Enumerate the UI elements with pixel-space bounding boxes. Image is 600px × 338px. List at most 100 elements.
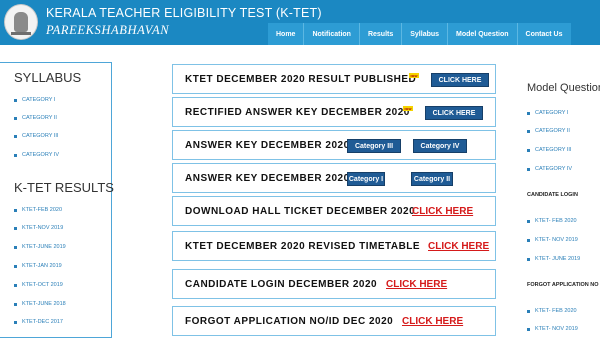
candidate-login-click-here-link[interactable]: CLICK HERE	[386, 279, 447, 290]
row-label: ANSWER KEY DECEMBER 2020	[185, 140, 350, 151]
syllabus-link-category-1[interactable]: CATEGORY I	[14, 97, 55, 103]
bullet-icon	[14, 134, 17, 138]
bullet-icon	[14, 264, 17, 268]
candidate-login-link-label: KTET- JUNE 2019	[535, 256, 581, 262]
results-link-oct-2019[interactable]: KTET-OCT 2019	[14, 282, 63, 288]
row-label: KTET DECEMBER 2020 REVISED TIMETABLE	[185, 241, 421, 252]
bullet-icon	[14, 153, 17, 157]
model-link-label: CATEGORY I	[535, 110, 569, 116]
syllabus-link-label: CATEGORY I	[22, 97, 56, 103]
results-link-label: KTET-DEC 2017	[22, 319, 63, 325]
bullet-icon	[527, 257, 530, 261]
syllabus-link-label: CATEGORY IV	[22, 152, 59, 158]
bullet-icon	[527, 129, 530, 133]
model-link-label: CATEGORY II	[535, 128, 570, 134]
bullet-icon	[14, 302, 17, 306]
category-1-button[interactable]: Category I	[347, 172, 385, 186]
syllabus-link-category-3[interactable]: CATEGORY III	[14, 133, 58, 139]
results-link-june-2019[interactable]: KTET-JUNE 2019	[14, 244, 66, 250]
left-sidebar: SYLLABUS CATEGORY I CATEGORY II CATEGORY…	[0, 62, 114, 338]
nav-notification[interactable]: Notification	[303, 23, 359, 45]
row-label: RECTIFIED ANSWER KEY DECEMBER 2020	[185, 107, 410, 118]
hall-ticket-click-here-link[interactable]: CLICK HERE	[412, 206, 473, 217]
site-subtitle: PAREEKSHABHAVAN	[46, 23, 170, 37]
model-link-label: CATEGORY IV	[535, 166, 572, 172]
candidate-login-row: CANDIDATE LOGIN DECEMBER 2020 CLICK HERE	[172, 269, 496, 299]
results-link-label: KTET-NOV 2019	[22, 225, 64, 231]
row-label: CANDIDATE LOGIN DECEMBER 2020	[185, 279, 378, 290]
syllabus-link-label: CATEGORY III	[22, 133, 59, 139]
results-link-label: KTET-JAN 2019	[22, 263, 62, 269]
nav-syllabus[interactable]: Syllabus	[401, 23, 448, 45]
answer-key-row-1: ANSWER KEY DECEMBER 2020 Category III Ca…	[172, 130, 496, 160]
model-link-category-4[interactable]: CATEGORY IV	[527, 166, 572, 172]
new-badge-icon: NEW	[409, 73, 419, 78]
answer-key-row-2: ANSWER KEY DECEMBER 2020 Category I Cate…	[172, 163, 496, 193]
syllabus-link-category-4[interactable]: CATEGORY IV	[14, 152, 59, 158]
forgot-link-feb-2020[interactable]: KTET- FEB 2020	[527, 308, 577, 314]
hall-ticket-row: DOWNLOAD HALL TICKET DECEMBER 2020 CLICK…	[172, 196, 496, 226]
bullet-icon	[14, 320, 17, 324]
bullet-icon	[527, 167, 530, 171]
forgot-link-label: KTET- FEB 2020	[535, 308, 577, 314]
results-link-label: KTET-OCT 2019	[22, 282, 63, 288]
kerala-emblem-icon[interactable]	[4, 4, 38, 40]
result-published-row: KTET DECEMBER 2020 RESULT PUBLISHED NEW …	[172, 64, 496, 94]
results-link-dec-2017[interactable]: KTET-DEC 2017	[14, 319, 63, 325]
model-question-heading: Model Question	[527, 82, 600, 94]
rectified-click-here-button[interactable]: CLICK HERE	[425, 106, 483, 120]
nav-model-question[interactable]: Model Question	[447, 23, 517, 45]
timetable-click-here-link[interactable]: CLICK HERE	[428, 241, 489, 252]
syllabus-link-label: CATEGORY II	[22, 115, 57, 121]
ktet-results-heading: K-TET RESULTS	[14, 180, 114, 195]
candidate-login-link-label: KTET- FEB 2020	[535, 218, 577, 224]
category-4-button[interactable]: Category IV	[413, 139, 467, 153]
bullet-icon	[527, 309, 530, 313]
candidate-login-link-nov-2019[interactable]: KTET- NOV 2019	[527, 237, 578, 243]
bullet-icon	[527, 219, 530, 223]
revised-timetable-row: KTET DECEMBER 2020 REVISED TIMETABLE CLI…	[172, 231, 496, 261]
nav-contact-us[interactable]: Contact Us	[516, 23, 571, 45]
candidate-login-link-feb-2020[interactable]: KTET- FEB 2020	[527, 218, 577, 224]
row-label: DOWNLOAD HALL TICKET DECEMBER 2020	[185, 206, 416, 217]
forgot-application-row: FORGOT APPLICATION NO/ID DEC 2020 CLICK …	[172, 306, 496, 336]
rectified-answer-key-row: RECTIFIED ANSWER KEY DECEMBER 2020 NEW C…	[172, 97, 496, 127]
row-label: KTET DECEMBER 2020 RESULT PUBLISHED	[185, 74, 417, 85]
row-label: FORGOT APPLICATION NO/ID DEC 2020	[185, 316, 394, 327]
forgot-link-nov-2019[interactable]: KTET- NOV 2019	[527, 326, 578, 332]
results-link-nov-2019[interactable]: KTET-NOV 2019	[14, 225, 63, 231]
site-header: KERALA TEACHER ELIGIBILITY TEST (K-TET) …	[0, 0, 600, 45]
model-link-category-2[interactable]: CATEGORY II	[527, 128, 570, 134]
forgot-application-heading: FORGOT APPLICATION NO	[527, 282, 599, 288]
bullet-icon	[527, 148, 530, 152]
bullet-icon	[527, 111, 530, 115]
category-2-button[interactable]: Category II	[411, 172, 453, 186]
results-link-june-2018[interactable]: KTET-JUNE 2018	[14, 301, 66, 307]
bullet-icon	[14, 283, 17, 287]
bullet-icon	[527, 327, 530, 331]
results-link-label: KTET-JUNE 2019	[22, 244, 66, 250]
category-3-button[interactable]: Category III	[347, 139, 401, 153]
bullet-icon	[14, 226, 17, 230]
nav-results[interactable]: Results	[358, 23, 402, 45]
nav-home[interactable]: Home	[268, 23, 304, 45]
syllabus-link-category-2[interactable]: CATEGORY II	[14, 115, 57, 121]
candidate-login-link-label: KTET- NOV 2019	[535, 237, 578, 243]
bullet-icon	[14, 245, 17, 249]
top-nav: Home Notification Results Syllabus Model…	[268, 23, 571, 45]
results-link-label: KTET-JUNE 2018	[22, 301, 66, 307]
results-link-feb-2020[interactable]: KTET-FEB 2020	[14, 207, 62, 213]
row-label: ANSWER KEY DECEMBER 2020	[185, 173, 350, 184]
results-link-jan-2019[interactable]: KTET-JAN 2019	[14, 263, 62, 269]
site-title: KERALA TEACHER ELIGIBILITY TEST (K-TET)	[46, 6, 322, 20]
candidate-login-heading: CANDIDATE LOGIN	[527, 192, 578, 198]
result-click-here-button[interactable]: CLICK HERE	[431, 73, 489, 87]
syllabus-heading: SYLLABUS	[14, 70, 82, 85]
model-link-category-1[interactable]: CATEGORY I	[527, 110, 568, 116]
bullet-icon	[527, 238, 530, 242]
model-link-category-3[interactable]: CATEGORY III	[527, 147, 571, 153]
bullet-icon	[14, 208, 17, 212]
forgot-click-here-link[interactable]: CLICK HERE	[402, 316, 463, 327]
candidate-login-link-june-2019[interactable]: KTET- JUNE 2019	[527, 256, 580, 262]
bullet-icon	[14, 98, 17, 102]
